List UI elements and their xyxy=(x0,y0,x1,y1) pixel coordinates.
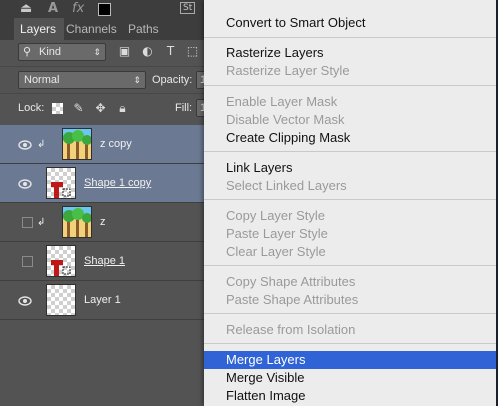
layer-row[interactable]: ↲ z xyxy=(0,203,212,242)
menu-separator xyxy=(204,85,496,86)
opacity-label: Opacity: xyxy=(152,74,193,86)
menu-item-paste-shape-attributes: Paste Shape Attributes xyxy=(226,292,359,307)
lock-label: Lock: xyxy=(18,102,45,114)
menu-item-clear-layer-style: Clear Layer Style xyxy=(226,244,326,259)
eye-icon[interactable] xyxy=(18,294,32,306)
panel-tabs: Layers Channels Paths xyxy=(0,18,212,40)
clipping-arrow-icon: ↲ xyxy=(37,217,46,228)
image-filter-icon[interactable]: ▣ xyxy=(118,45,131,58)
lock-transparent-icon[interactable] xyxy=(52,103,63,114)
layer-name[interactable]: z copy xyxy=(100,138,132,150)
clipping-arrow-icon: ↲ xyxy=(37,139,46,150)
filter-kind-select[interactable]: ⚲ Kind ⇕ xyxy=(18,43,106,61)
menu-item-flatten-image[interactable]: Flatten Image xyxy=(204,387,496,405)
tab-layers[interactable]: Layers xyxy=(14,18,64,40)
search-icon: ⚲ xyxy=(23,46,32,58)
menu-separator xyxy=(204,343,496,344)
layer-thumbnail[interactable] xyxy=(46,245,76,277)
layer-thumbnail[interactable] xyxy=(46,284,76,316)
fill-label: Fill: xyxy=(175,102,193,114)
visibility-off-icon[interactable] xyxy=(22,217,33,228)
menu-separator xyxy=(204,37,496,38)
menu-item-release-from-isolation: Release from Isolation xyxy=(226,322,356,337)
st-icon[interactable]: St xyxy=(180,2,196,14)
layer-name[interactable]: z xyxy=(100,216,106,228)
layer-row[interactable]: ↲ z copy xyxy=(0,125,212,164)
chevron-updown-icon: ⇕ xyxy=(133,75,141,85)
filter-kind-label: Kind xyxy=(39,46,62,58)
menu-separator xyxy=(204,151,496,152)
type-filter-icon[interactable]: T xyxy=(164,45,177,58)
lock-all-icon[interactable]: 🔒︎ xyxy=(116,102,129,115)
adjustment-filter-icon[interactable]: ◐ xyxy=(141,45,154,58)
blend-mode-select[interactable]: Normal ⇕ xyxy=(18,71,146,89)
stamp-icon[interactable]: ⏏ xyxy=(20,1,32,16)
layer-context-menu: Convert to Smart Object Rasterize Layers R… xyxy=(204,0,496,406)
menu-item-link-layers[interactable]: Link Layers xyxy=(204,159,496,177)
menu-item-rasterize-layer-style: Rasterize Layer Style xyxy=(226,63,350,78)
layer-thumbnail[interactable] xyxy=(62,206,92,238)
menu-item-rasterize-layers[interactable]: Rasterize Layers xyxy=(204,44,496,62)
menu-item-enable-layer-mask: Enable Layer Mask xyxy=(226,94,338,109)
menu-separator xyxy=(204,313,496,314)
blend-mode-label: Normal xyxy=(24,74,60,86)
menu-item-paste-layer-style: Paste Layer Style xyxy=(226,226,328,241)
lock-pixels-icon[interactable]: ✎ xyxy=(72,102,85,115)
menu-item-convert-to-smart-object[interactable]: Convert to Smart Object xyxy=(204,14,496,32)
menu-item-merge-layers[interactable]: Merge Layers xyxy=(204,351,496,369)
layers-panel: ⏏ A fx St Layers Channels Paths ⚲ Kind ⇕… xyxy=(0,0,216,406)
a-icon[interactable]: A xyxy=(48,1,58,16)
shape-filter-icon[interactable]: ⬚ xyxy=(186,45,199,58)
layer-name[interactable]: Shape 1 copy xyxy=(84,177,151,189)
menu-item-merge-visible[interactable]: Merge Visible xyxy=(204,369,496,387)
menu-item-select-linked-layers: Select Linked Layers xyxy=(226,178,347,193)
blend-row: Normal ⇕ Opacity: 1 xyxy=(0,66,216,94)
layer-name[interactable]: Layer 1 xyxy=(84,294,121,306)
menu-separator xyxy=(204,199,496,200)
filter-row: ⚲ Kind ⇕ ▣ ◐ T ⬚ xyxy=(0,40,212,64)
lock-row: Lock: ✎ ✥ 🔒︎ Fill: 1 xyxy=(0,94,216,122)
chevron-updown-icon: ⇕ xyxy=(93,47,101,57)
menu-item-disable-vector-mask: Disable Vector Mask xyxy=(226,112,345,127)
layers-list: ↲ z copy Shape 1 copy ↲ z Shape 1 Layer 1 xyxy=(0,125,212,406)
menu-item-copy-layer-style: Copy Layer Style xyxy=(226,208,325,223)
menu-item-create-clipping-mask[interactable]: Create Clipping Mask xyxy=(204,129,496,147)
swatch-icon[interactable] xyxy=(98,3,111,16)
layer-thumbnail[interactable] xyxy=(62,128,92,160)
fx-icon[interactable]: fx xyxy=(72,1,84,16)
layer-row[interactable]: Shape 1 copy xyxy=(0,164,212,203)
visibility-off-icon[interactable] xyxy=(22,256,33,267)
lock-position-icon[interactable]: ✥ xyxy=(94,102,107,115)
layer-name[interactable]: Shape 1 xyxy=(84,255,125,267)
menu-separator xyxy=(204,265,496,266)
layer-row[interactable]: Shape 1 xyxy=(0,242,212,281)
tab-paths[interactable]: Paths xyxy=(128,18,159,40)
layer-row[interactable]: Layer 1 xyxy=(0,281,212,320)
eye-icon[interactable] xyxy=(18,177,32,189)
eye-icon[interactable] xyxy=(18,138,32,150)
menu-item-copy-shape-attributes: Copy Shape Attributes xyxy=(226,274,356,289)
tab-channels[interactable]: Channels xyxy=(66,18,117,40)
top-toolbar: ⏏ A fx St xyxy=(0,0,212,18)
layer-thumbnail[interactable] xyxy=(46,167,76,199)
